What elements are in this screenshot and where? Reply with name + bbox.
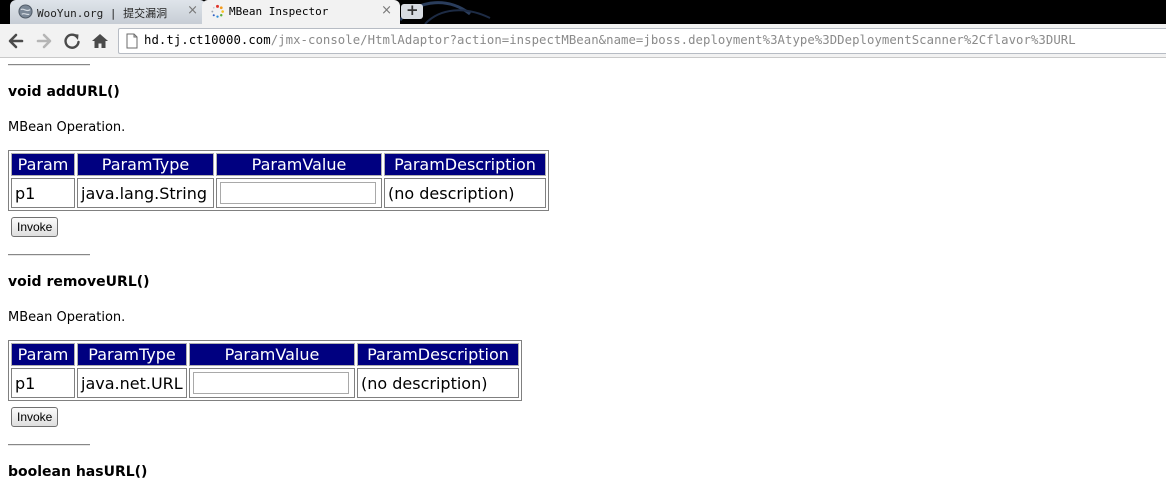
reload-icon bbox=[64, 33, 80, 49]
home-icon bbox=[92, 34, 108, 48]
back-button[interactable] bbox=[6, 31, 26, 51]
forward-icon bbox=[36, 33, 52, 49]
table-row: p1 java.lang.String (no description) bbox=[11, 178, 546, 208]
url-host: hd.tj.ct10000.com bbox=[144, 33, 271, 47]
url-text: hd.tj.ct10000.com/jmx-console/HtmlAdapto… bbox=[144, 33, 1076, 47]
param-description: (no description) bbox=[384, 178, 546, 208]
globe-favicon bbox=[18, 4, 33, 19]
param-header-row: Param ParamType ParamValue ParamDescript… bbox=[11, 153, 546, 176]
col-header-paramvalue: ParamValue bbox=[189, 343, 355, 366]
operation-description: MBean Operation. bbox=[8, 120, 126, 135]
operation-separator bbox=[8, 254, 90, 256]
param-name: p1 bbox=[11, 368, 75, 398]
param-table: Param ParamType ParamValue ParamDescript… bbox=[8, 150, 549, 211]
url-path: /jmx-console/HtmlAdaptor?action=inspectM… bbox=[270, 33, 1076, 47]
col-header-paramtype: ParamType bbox=[77, 153, 214, 176]
invoke-button[interactable]: Invoke bbox=[11, 407, 59, 427]
home-button[interactable] bbox=[90, 31, 110, 51]
address-bar[interactable]: hd.tj.ct10000.com/jmx-console/HtmlAdapto… bbox=[118, 28, 1166, 54]
operation-signature: void removeURL() bbox=[8, 274, 150, 290]
tab-close-icon[interactable]: × bbox=[187, 3, 198, 18]
param-value-cell bbox=[189, 368, 355, 398]
plus-icon: + bbox=[406, 1, 419, 19]
param-value-cell bbox=[216, 178, 382, 208]
loading-favicon bbox=[211, 4, 224, 18]
col-header-paramtype: ParamType bbox=[77, 343, 187, 366]
operation-separator bbox=[8, 444, 90, 446]
operation-signature: void addURL() bbox=[8, 84, 120, 100]
forward-button[interactable] bbox=[34, 31, 54, 51]
col-header-param: Param bbox=[11, 343, 75, 366]
param-description: (no description) bbox=[357, 368, 519, 398]
param-type: java.net.URL bbox=[77, 368, 187, 398]
operation-separator bbox=[8, 64, 90, 66]
tab-wooyun[interactable]: WooYun.org | 提交漏洞 × bbox=[10, 0, 206, 24]
col-header-paramdescription: ParamDescription bbox=[357, 343, 519, 366]
back-icon bbox=[8, 33, 24, 49]
page-content: void addURL() MBean Operation. Param Par… bbox=[0, 59, 1166, 497]
col-header-paramvalue: ParamValue bbox=[216, 153, 382, 176]
col-header-param: Param bbox=[11, 153, 75, 176]
table-row: p1 java.net.URL (no description) bbox=[11, 368, 519, 398]
param-value-input[interactable] bbox=[193, 372, 349, 394]
param-value-input[interactable] bbox=[220, 182, 376, 204]
tab-title: MBean Inspector bbox=[229, 5, 329, 18]
tab-close-icon[interactable]: × bbox=[381, 3, 392, 18]
tab-title: WooYun.org | 提交漏洞 bbox=[37, 7, 168, 20]
reload-button[interactable] bbox=[62, 31, 82, 51]
operation-signature: boolean hasURL() bbox=[8, 464, 148, 480]
param-type: java.lang.String bbox=[77, 178, 214, 208]
tab-mbean-inspector[interactable]: MBean Inspector × bbox=[202, 0, 400, 24]
invoke-button[interactable]: Invoke bbox=[11, 217, 59, 237]
param-header-row: Param ParamType ParamValue ParamDescript… bbox=[11, 343, 519, 366]
tab-strip: WooYun.org | 提交漏洞 × MBean Inspector × + bbox=[0, 0, 1166, 24]
col-header-paramdescription: ParamDescription bbox=[384, 153, 546, 176]
operation-description: MBean Operation. bbox=[8, 310, 126, 325]
page-icon bbox=[126, 33, 138, 49]
param-table: Param ParamType ParamValue ParamDescript… bbox=[8, 340, 522, 401]
param-name: p1 bbox=[11, 178, 75, 208]
browser-toolbar: hd.tj.ct10000.com/jmx-console/HtmlAdapto… bbox=[0, 24, 1166, 58]
new-tab-button[interactable]: + bbox=[401, 1, 423, 19]
